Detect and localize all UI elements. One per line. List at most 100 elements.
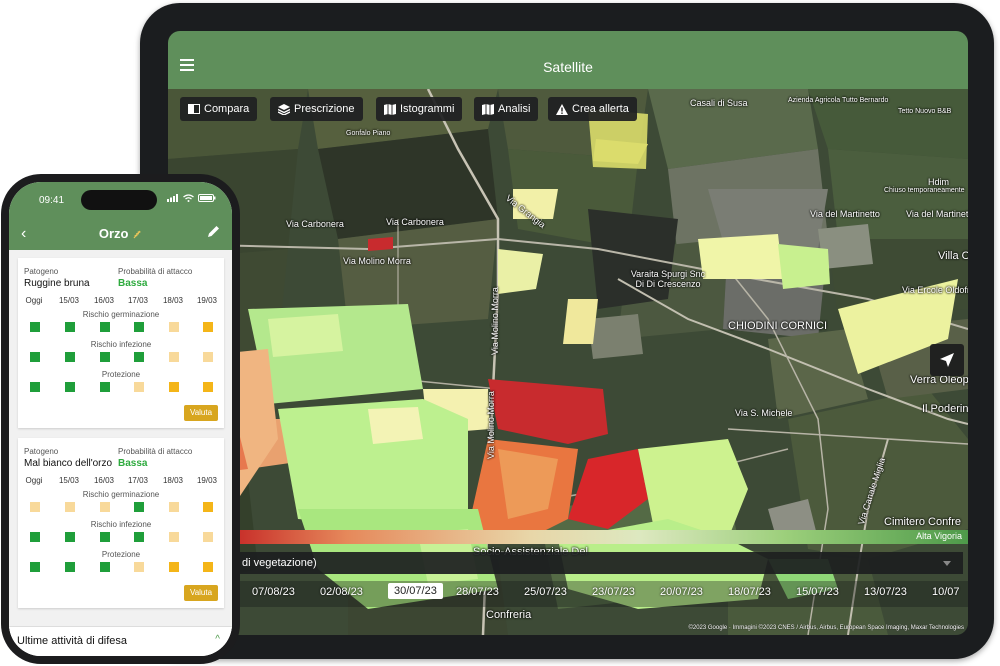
day-label: 18/03 [162,476,184,485]
disease-risk-list: Patogeno Probabilità di attacco Ruggine br… [9,250,232,656]
map-label: Via Molino Morra [486,391,496,459]
status-time: 09:41 [39,195,65,206]
defense-activities-section[interactable]: Ultime attività di difesa ^ [9,626,232,656]
risk-indicator [169,532,179,542]
map-label: Chiuso temporaneamente [884,187,965,194]
tablet-app-bar: Satellite [168,31,968,89]
phone-app-bar: ‹ Orzo [9,216,232,250]
section-title: Ultime attività di difesa [17,635,128,647]
risk-indicator [169,382,179,392]
date-chip[interactable]: 18/07/23 [728,586,771,598]
map-label: Hdim [928,177,950,187]
risk-indicator [134,352,144,362]
map-label: Gonfalo Piano [346,130,391,137]
date-chip[interactable]: 20/07/23 [660,586,703,598]
date-chip[interactable]: 28/07/23 [456,586,499,598]
risk-indicator [30,352,40,362]
pathogen-card: Patogeno Probabilità di attacco Mal bianco… [18,438,224,608]
evaluate-button[interactable]: Valuta [184,585,218,601]
locate-me-button[interactable] [930,344,964,376]
vegetation-index-select[interactable]: di vegetazione) [238,552,963,574]
attack-probability-label: Probabilità di attacco [118,447,193,456]
evaluate-button[interactable]: Valuta [184,405,218,421]
map-label: Via Ercole Oldofred [902,285,968,295]
chevron-up-icon[interactable]: ^ [215,634,220,645]
risk-indicator [134,532,144,542]
risk-indicator [134,382,144,392]
risk-indicator [169,352,179,362]
date-chip[interactable]: 25/07/23 [524,586,567,598]
map-credits: ©2023 Google · Immagini ©2023 CNES / Air… [688,625,964,631]
status-icons [167,194,216,202]
risk-indicator [169,502,179,512]
risk-indicator [169,322,179,332]
map-label: Via S. Michele [735,408,793,418]
risk-indicator [203,382,213,392]
map-icon [384,103,396,115]
risk-indicator [65,322,75,332]
risk-row-label: Protezione [101,550,141,559]
pathogen-label: Patogeno [24,267,59,276]
date-chip[interactable]: 02/08/23 [320,586,363,598]
risk-indicator [203,502,213,512]
analysis-button[interactable]: Analisi [474,97,539,121]
risk-indicator [100,382,110,392]
tablet-device: Satellite Compara Prescrizione Istogramm… [140,3,994,659]
risk-row-label: Rischio germinazione [82,490,160,499]
map-label: CHIODINI CORNICI [728,320,827,332]
risk-indicator [134,322,144,332]
compare-button[interactable]: Compara [180,97,258,121]
risk-row-label: Rischio germinazione [82,310,160,319]
risk-indicator [134,562,144,572]
date-chip[interactable]: 10/07 [932,586,960,598]
day-label: 15/03 [58,296,80,305]
battery-icon [198,194,216,202]
date-chip[interactable]: 15/07/23 [796,586,839,598]
risk-indicator [100,502,110,512]
attack-probability-label: Probabilità di attacco [118,267,193,276]
pathogen-label: Patogeno [24,447,59,456]
date-strip: 07/08/23 02/08/23 30/07/23 28/07/23 25/07/23… [238,581,968,607]
histograms-button[interactable]: Istogrammi [376,97,463,121]
map-label: Casali di Susa [690,98,748,108]
date-chip[interactable]: 23/07/23 [592,586,635,598]
risk-indicator [134,502,144,512]
date-chip[interactable]: 07/08/23 [252,586,295,598]
risk-row-label: Rischio infezione [90,520,152,529]
map-label: Via del Martinetto [906,209,968,219]
risk-indicator [30,502,40,512]
risk-indicator [65,352,75,362]
date-chip-selected[interactable]: 30/07/23 [388,583,443,599]
date-chip[interactable]: 13/07/23 [864,586,907,598]
risk-indicator [30,322,40,332]
risk-indicator [65,532,75,542]
risk-indicator [169,562,179,572]
risk-indicator [30,562,40,572]
prescription-button[interactable]: Prescrizione [270,97,363,121]
pathogen-name: Mal bianco dell'orzo [24,458,113,469]
day-label: Oggi [25,476,43,485]
edit-pencil-icon[interactable] [208,225,220,237]
create-alert-button[interactable]: Crea allerta [548,97,637,121]
map-label: Villa Ol [938,250,968,262]
risk-indicator [203,322,213,332]
navigation-arrow-icon [940,353,954,367]
index-select-value: di vegetazione) [242,557,317,569]
risk-indicator [100,352,110,362]
day-label: 16/03 [93,296,115,305]
risk-indicator [203,562,213,572]
compare-label: Compara [204,103,250,115]
risk-indicator [203,532,213,542]
day-label: 18/03 [162,296,184,305]
day-label: 17/03 [127,476,149,485]
wifi-icon [183,194,194,202]
attack-probability-value: Bassa [118,278,148,289]
map-label: Cimitero Confre [884,516,962,528]
attack-probability-value: Bassa [118,458,148,469]
wheat-icon [133,230,141,239]
day-label: 19/03 [196,476,218,485]
signal-icon [167,194,178,202]
dynamic-island [81,190,157,210]
map-label: Azienda Agricola Tutto Bernardo [788,97,889,104]
map-label: Confreria [486,609,532,621]
